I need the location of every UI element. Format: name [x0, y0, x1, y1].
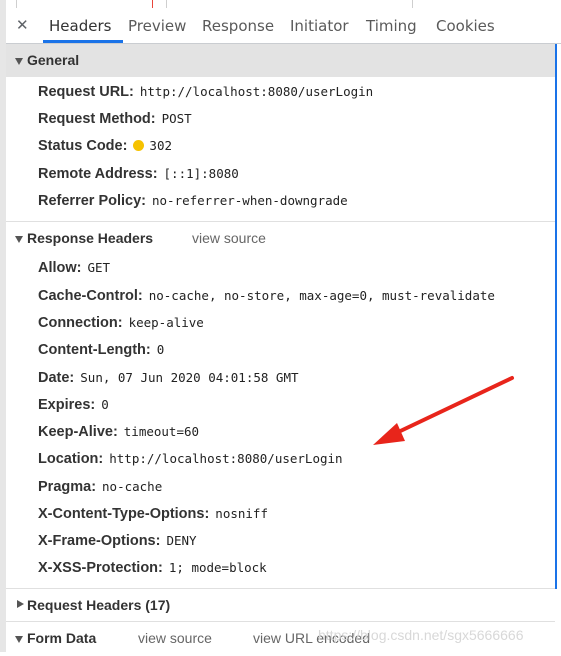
- watermark-text: https://blog.csdn.net/sgx5666666: [318, 627, 524, 643]
- header-row-referrer-policy: Referrer Policy: no-referrer-when-downgra…: [38, 193, 348, 209]
- header-row-expires: Expires: 0: [38, 397, 109, 413]
- status-dot-icon: [133, 140, 145, 151]
- tab-headers[interactable]: Headers: [49, 17, 111, 35]
- header-row-pragma: Pragma: no-cache: [38, 479, 163, 495]
- left-border: [0, 0, 6, 652]
- header-row-connection: Connection: keep-alive: [38, 315, 204, 331]
- header-row-keep-alive: Keep-Alive: timeout=60: [38, 424, 200, 440]
- expanded-triangle-icon: [15, 58, 23, 65]
- expanded-triangle-icon: [15, 236, 23, 243]
- header-row-content-length: Content-Length: 0: [38, 342, 165, 358]
- header-row-x-frame-options: X-Frame-Options: DENY: [38, 533, 197, 549]
- header-row-remote-address: Remote Address: [::1]:8080: [38, 166, 239, 182]
- header-row-allow: Allow: GET: [38, 260, 111, 276]
- request-headers-section-header[interactable]: Request Headers (17): [6, 589, 555, 623]
- devtools-network-headers-panel: ✕ Headers Preview Response Initiator Tim…: [0, 0, 561, 652]
- tab-initiator[interactable]: Initiator: [290, 17, 349, 35]
- section-title: Response Headers: [27, 230, 154, 246]
- header-row-x-xss-protection: X-XSS-Protection: 1; mode=block: [38, 560, 267, 576]
- active-tab-indicator: [43, 40, 123, 43]
- response-headers-section-header[interactable]: Response Headers view source: [6, 222, 555, 256]
- tab-preview[interactable]: Preview: [128, 17, 186, 35]
- top-table-edge: [0, 0, 561, 8]
- tab-timing[interactable]: Timing: [366, 17, 417, 35]
- header-row-date: Date: Sun, 07 Jun 2020 04:01:58 GMT: [38, 370, 299, 386]
- tab-cookies[interactable]: Cookies: [436, 17, 495, 35]
- section-title: General: [27, 52, 80, 68]
- focus-outline: [555, 44, 557, 589]
- header-row-location: Location: http://localhost:8080/userLogin: [38, 451, 343, 467]
- collapsed-triangle-icon: [17, 600, 24, 608]
- expanded-triangle-icon: [15, 636, 23, 643]
- view-source-link[interactable]: view source: [192, 230, 266, 246]
- header-row-request-method: Request Method: POST: [38, 111, 192, 127]
- view-source-link[interactable]: view source: [138, 630, 212, 646]
- header-row-status-code: Status Code: 302: [38, 138, 172, 154]
- header-row-request-url: Request URL: http://localhost:8080/userLo…: [38, 84, 374, 100]
- general-section-header[interactable]: General: [6, 44, 555, 77]
- header-row-x-content-type-options: X-Content-Type-Options: nosniff: [38, 506, 268, 522]
- section-title: Form Data: [27, 630, 97, 646]
- header-row-cache-control: Cache-Control: no-cache, no-store, max-ag…: [38, 288, 495, 304]
- tab-strip: ✕ Headers Preview Response Initiator Tim…: [6, 8, 561, 44]
- close-icon[interactable]: ✕: [16, 16, 29, 34]
- tab-response[interactable]: Response: [202, 17, 274, 35]
- section-title: Request Headers (17): [27, 597, 171, 613]
